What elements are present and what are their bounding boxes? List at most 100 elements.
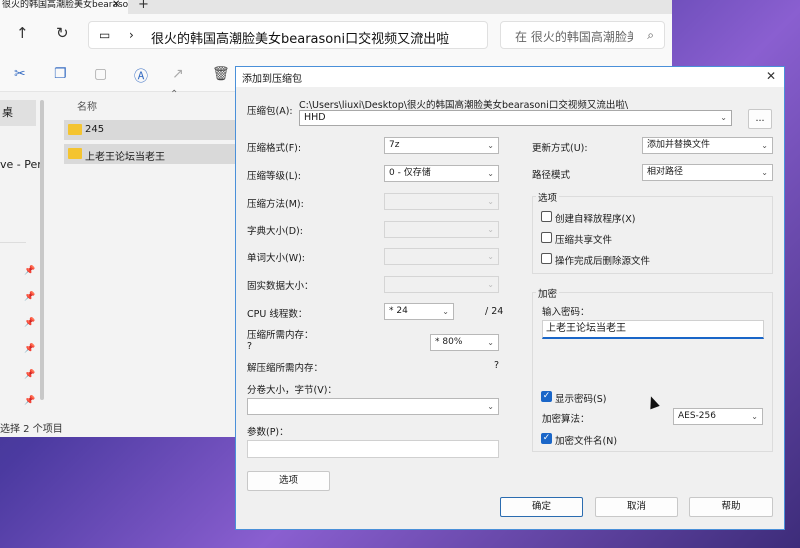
chevron-down-icon: ⌄ xyxy=(442,307,449,316)
format-label: 压缩格式(F): xyxy=(247,143,302,154)
chevron-down-icon: ⌄ xyxy=(751,412,758,421)
word-select[interactable]: ⌄ xyxy=(384,248,499,265)
navigation-pane: 桌 ve - Per 📌 📌 📌 📌 📌 📌 xyxy=(0,92,42,416)
dict-label: 字典大小(D): xyxy=(247,226,303,237)
cpu-label: CPU 线程数： xyxy=(247,309,308,320)
format-select[interactable]: 7z ⌄ xyxy=(384,137,499,154)
params-label: 参数(P)： xyxy=(247,427,289,438)
shared-checkbox[interactable] xyxy=(541,232,552,243)
mem-compress-label: 压缩所需内存： xyxy=(247,330,314,341)
chevron-right-icon: › xyxy=(129,28,134,42)
explorer-nav-bar: ↑ ↻ ▭ › 很火的韩国高潮脸美女bearasoni口交视频又流出啦 › 在 … xyxy=(0,14,672,56)
explorer-tab[interactable]: 很火的韩国高潮脸美女bearasoni ✕ xyxy=(0,0,128,14)
file-name: 上老王论坛当老王 xyxy=(85,152,165,163)
chevron-right-icon[interactable]: › xyxy=(419,28,424,42)
show-password-label: 显示密码(S) xyxy=(555,394,607,405)
chevron-down-icon: ⌄ xyxy=(487,338,494,347)
status-bar-text: 选择 2 个项目 xyxy=(0,424,63,435)
archive-name-input[interactable]: HHD ⌄ xyxy=(299,110,732,126)
sidebar-scrollbar[interactable] xyxy=(40,100,44,400)
chevron-down-icon: ⌄ xyxy=(487,252,494,261)
level-label: 压缩等级(L): xyxy=(247,171,301,182)
method-select[interactable]: ⌄ xyxy=(384,193,499,210)
sfx-checkbox[interactable] xyxy=(541,211,552,222)
refresh-icon[interactable]: ↻ xyxy=(56,24,69,42)
solid-label: 固实数据大小： xyxy=(247,281,314,292)
delete-checkbox[interactable] xyxy=(541,253,552,264)
computer-icon: ▭ xyxy=(99,28,111,42)
file-row[interactable]: 上老王论坛当老王 xyxy=(64,144,239,164)
level-value: 0 - 仅存储 xyxy=(389,168,431,178)
sidebar-item-desktop[interactable]: 桌 xyxy=(0,100,36,126)
help-button[interactable]: 帮助 xyxy=(689,497,773,517)
up-arrow-icon[interactable]: ↑ xyxy=(16,24,29,42)
folder-icon xyxy=(68,148,82,159)
pin-icon: 📌 xyxy=(24,266,36,276)
pin-icon: 📌 xyxy=(24,318,36,328)
split-select[interactable]: ⌄ xyxy=(247,398,499,415)
paste-icon[interactable]: ▢ xyxy=(94,66,107,82)
chevron-down-icon: ⌄ xyxy=(487,197,494,206)
update-select[interactable]: 添加并替换文件 ⌄ xyxy=(642,137,773,154)
mem-compress-question: ? xyxy=(247,341,253,352)
close-icon[interactable]: ✕ xyxy=(766,69,776,83)
search-box[interactable]: 在 很火的韩国高潮脸美女 ⌕ xyxy=(500,21,665,49)
mem-compress-select[interactable]: * 80% ⌄ xyxy=(430,334,499,351)
params-input[interactable] xyxy=(247,440,499,458)
explorer-tab-bar: 很火的韩国高潮脸美女bearasoni ✕ + xyxy=(0,0,672,14)
rename-icon[interactable]: Ⓐ xyxy=(134,66,148,86)
browse-button[interactable]: ... xyxy=(748,109,772,129)
tab-close-icon[interactable]: ✕ xyxy=(112,0,120,10)
mem-decompress-question: ? xyxy=(494,360,500,371)
password-input[interactable]: 上老王论坛当老王 xyxy=(542,320,764,339)
dict-select[interactable]: ⌄ xyxy=(384,221,499,238)
copy-icon[interactable]: ❐ xyxy=(54,66,67,82)
new-tab-icon[interactable]: + xyxy=(138,0,149,11)
archive-label: 压缩包(A): xyxy=(247,106,293,117)
chevron-down-icon: ⌄ xyxy=(761,141,768,150)
update-value: 添加并替换文件 xyxy=(647,140,711,150)
cancel-button[interactable]: 取消 xyxy=(595,497,678,517)
file-row[interactable]: 245 xyxy=(64,120,239,140)
archive-path: C:\Users\liuxi\Desktop\很火的韩国高潮脸美女bearaso… xyxy=(299,100,629,111)
mem-compress-value: * 80% xyxy=(435,337,463,347)
options-button[interactable]: 选项 xyxy=(247,471,330,491)
sfx-label: 创建自释放程序(X) xyxy=(555,214,636,225)
cpu-total: / 24 xyxy=(485,306,504,317)
enter-password-label: 输入密码： xyxy=(542,307,590,318)
sidebar-item-onedrive[interactable]: ve - Per xyxy=(0,158,42,171)
encrypt-names-checkbox[interactable]: ✓ xyxy=(541,433,552,444)
file-name: 245 xyxy=(85,124,105,135)
explorer-tab-title: 很火的韩国高潮脸美女bearasoni xyxy=(2,0,128,10)
column-header-name[interactable]: 名称 xyxy=(77,98,97,113)
encrypt-names-label: 加密文件名(N) xyxy=(555,436,618,447)
chevron-down-icon: ⌄ xyxy=(761,168,768,177)
mem-decompress-label: 解压缩所需内存： xyxy=(247,363,324,374)
delete-icon[interactable]: 🗑 xyxy=(212,66,230,82)
word-label: 单词大小(W): xyxy=(247,253,306,264)
address-bar[interactable]: ▭ › 很火的韩国高潮脸美女bearasoni口交视频又流出啦 › xyxy=(88,21,488,49)
cut-icon[interactable]: ✂ xyxy=(14,66,26,82)
enc-method-select[interactable]: AES-256 ⌄ xyxy=(673,408,763,425)
share-icon[interactable]: ↗ xyxy=(172,66,184,82)
archive-name-value: HHD xyxy=(304,112,326,123)
cpu-value: * 24 xyxy=(389,306,408,316)
level-select[interactable]: 0 - 仅存储 ⌄ xyxy=(384,165,499,182)
cpu-select[interactable]: * 24 ⌄ xyxy=(384,303,454,320)
chevron-down-icon[interactable]: ⌄ xyxy=(720,111,727,125)
chevron-down-icon: ⌄ xyxy=(487,169,494,178)
method-label: 压缩方法(M): xyxy=(247,199,304,210)
search-placeholder: 在 很火的韩国高潮脸美女 xyxy=(515,30,633,44)
chevron-down-icon: ⌄ xyxy=(487,402,494,411)
dialog-title: 添加到压缩包 xyxy=(242,74,302,85)
ok-button[interactable]: 确定 xyxy=(500,497,583,517)
pin-icon: 📌 xyxy=(24,370,36,380)
shared-label: 压缩共享文件 xyxy=(555,235,613,246)
solid-select[interactable]: ⌄ xyxy=(384,276,499,293)
show-password-checkbox[interactable]: ✓ xyxy=(541,391,552,402)
pin-icon: 📌 xyxy=(24,396,36,406)
pathmode-value: 相对路径 xyxy=(647,167,684,177)
pathmode-select[interactable]: 相对路径 ⌄ xyxy=(642,164,773,181)
sidebar-divider xyxy=(0,242,26,243)
chevron-down-icon: ⌄ xyxy=(487,225,494,234)
